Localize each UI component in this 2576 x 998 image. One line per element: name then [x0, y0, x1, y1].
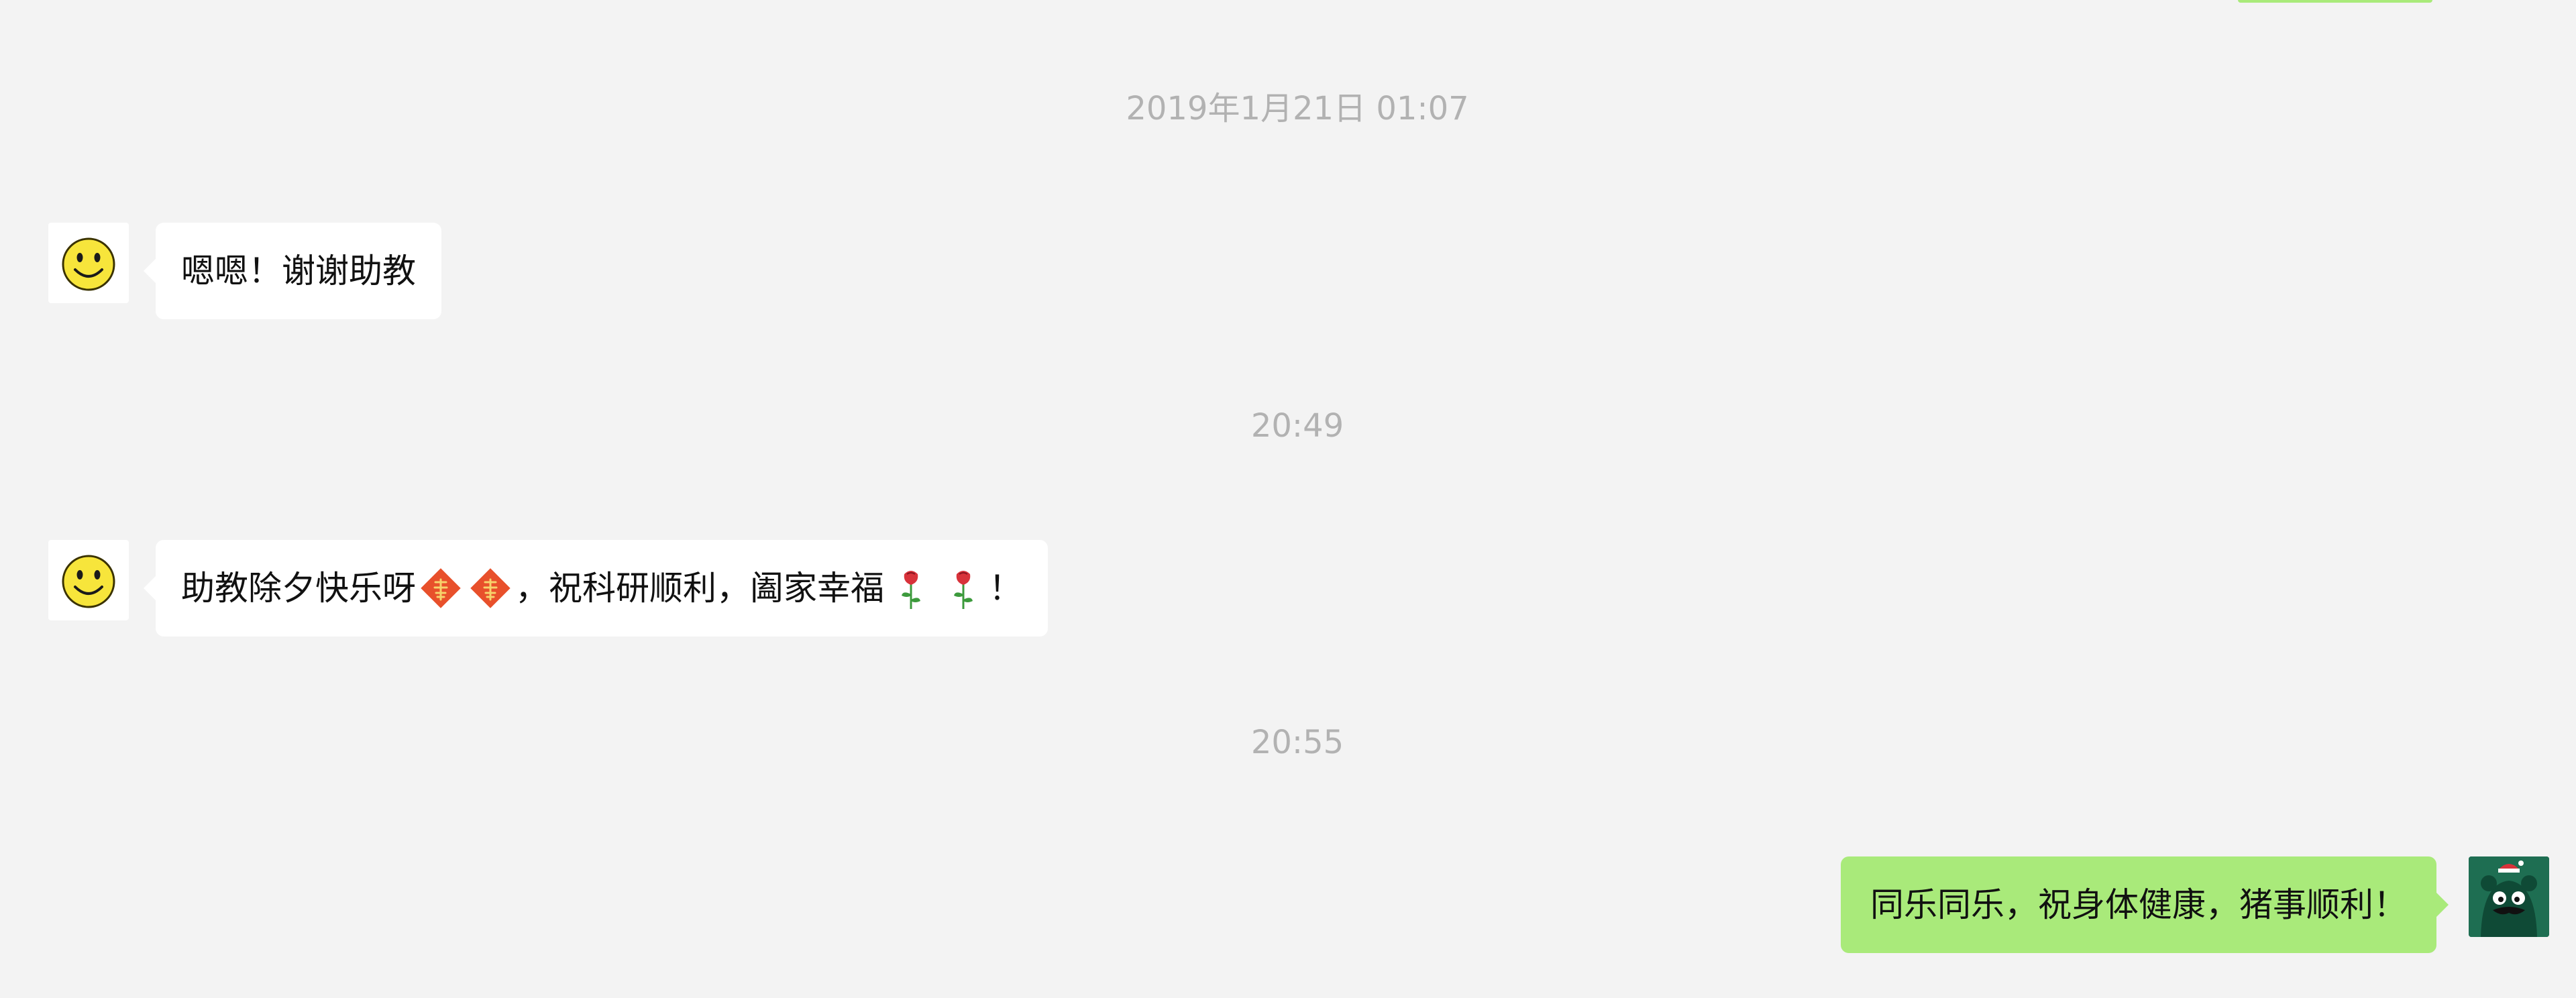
timestamp-divider: 2019年1月21日 01:07 [1126, 90, 1469, 127]
message-text: ！ [989, 569, 1022, 608]
fu-blessing-icon [470, 567, 511, 608]
message-text: 嗯嗯！谢谢助教 [181, 252, 416, 290]
incoming-message-bubble[interactable]: 嗯嗯！谢谢助教 [144, 223, 441, 319]
rose-icon [954, 570, 973, 609]
smiley-face-icon [62, 237, 115, 291]
fu-blessing-icon [421, 567, 461, 608]
incoming-message-bubble[interactable]: 助教除夕快乐呀 ，祝科研顺利，阖家幸福 ！ [144, 540, 1048, 636]
timestamp-divider: 20:55 [1250, 724, 1344, 761]
rose-icon [902, 570, 920, 609]
timestamp-divider: 20:49 [1250, 407, 1344, 445]
green-monster-avatar-icon [2469, 856, 2549, 937]
outgoing-message-bubble[interactable]: 同乐同乐，祝身体健康，猪事顺利！ [1841, 856, 2449, 953]
contact-avatar[interactable] [48, 540, 129, 620]
message-text: 同乐同乐，祝身体健康，猪事顺利！ [1870, 885, 2407, 924]
contact-avatar[interactable] [48, 223, 129, 303]
my-avatar[interactable] [2469, 856, 2549, 937]
message-text: 助教除夕快乐呀 [181, 569, 416, 608]
previous-message-bubble-edge[interactable] [2238, 0, 2432, 3]
message-text: ，祝科研顺利，阖家幸福 [515, 569, 884, 608]
smiley-face-icon [62, 555, 115, 608]
